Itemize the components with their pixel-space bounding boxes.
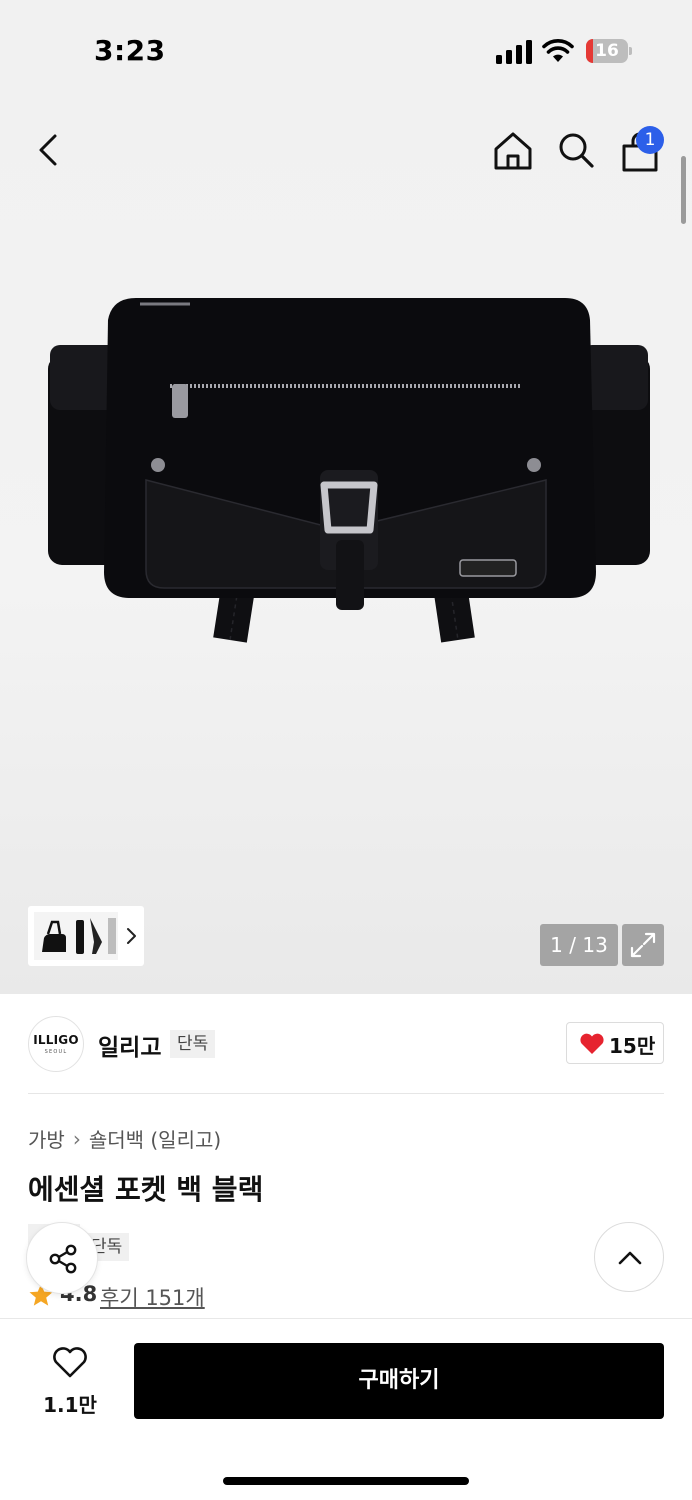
- home-indicator: [223, 1477, 469, 1485]
- review-count-link[interactable]: 후기 151개: [100, 1282, 205, 1312]
- share-icon: [49, 1244, 77, 1274]
- scroll-top-button[interactable]: [594, 1222, 664, 1292]
- brand-name[interactable]: 일리고: [98, 1028, 161, 1062]
- brand-like-button[interactable]: 15만: [566, 1022, 664, 1064]
- share-button[interactable]: [26, 1222, 98, 1294]
- product-image: [48, 298, 650, 643]
- product-thumbnails[interactable]: [34, 912, 118, 960]
- wifi-icon: [542, 39, 574, 62]
- heart-filled-icon: [580, 1033, 604, 1054]
- cart-count-badge: 1: [636, 126, 664, 154]
- status-bar: 3:23 16: [0, 0, 692, 100]
- scrollbar[interactable]: [681, 156, 686, 224]
- breadcrumb: 가방 › 숄더백 (일리고): [28, 1124, 221, 1153]
- home-icon[interactable]: [492, 130, 534, 172]
- wishlist-count: 1.1만: [43, 1393, 97, 1417]
- expand-button[interactable]: [622, 924, 664, 966]
- chevron-right-icon[interactable]: [124, 926, 138, 946]
- breadcrumb-item[interactable]: 숄더백 (일리고): [89, 1124, 221, 1153]
- wishlist-button[interactable]: 1.1만: [36, 1343, 104, 1423]
- battery-icon: 16: [586, 39, 632, 63]
- status-time: 3:23: [94, 34, 166, 67]
- brand-like-count: 15만: [609, 1034, 656, 1058]
- brand-logo[interactable]: ILLIGO SEOUL: [28, 1016, 84, 1072]
- chevron-left-icon[interactable]: [30, 130, 70, 170]
- expand-icon: [630, 932, 656, 958]
- chevron-right-icon: ›: [72, 1126, 81, 1151]
- buy-button[interactable]: 구매하기: [134, 1343, 664, 1419]
- chevron-up-icon: [618, 1251, 642, 1265]
- cellular-signal-icon: [496, 40, 532, 64]
- exclusive-tag: 단독: [170, 1030, 216, 1058]
- bottom-action-bar: 1.1만 구매하기: [0, 1318, 692, 1500]
- search-icon[interactable]: [556, 130, 596, 170]
- product-gallery[interactable]: 1 1 / 13: [0, 100, 692, 994]
- image-page-counter: 1 / 13: [540, 924, 618, 966]
- battery-level: 16: [595, 41, 619, 61]
- product-title: 에센셜 포켓 백 블랙: [28, 1173, 264, 1206]
- heart-outline-icon: [53, 1347, 87, 1378]
- breadcrumb-item[interactable]: 가방: [28, 1124, 65, 1153]
- divider: [28, 1093, 664, 1094]
- thumbnail-strip[interactable]: [28, 906, 144, 966]
